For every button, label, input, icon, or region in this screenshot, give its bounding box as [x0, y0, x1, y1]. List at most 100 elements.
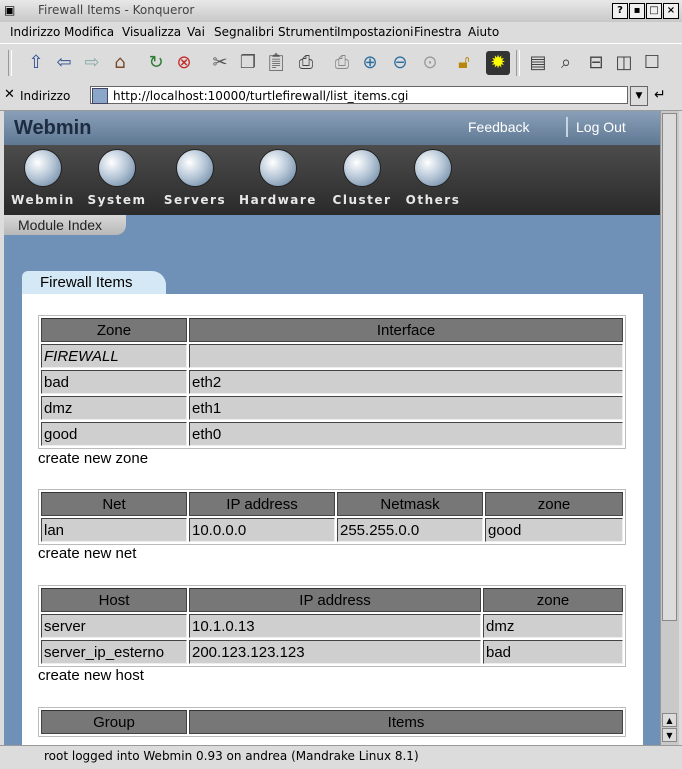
menu-modifica[interactable]: Modifica — [64, 25, 114, 39]
find-icon[interactable]: ⌕ — [554, 51, 578, 75]
menu-indirizzo[interactable]: Indirizzo — [10, 25, 60, 39]
gear-icon[interactable]: ✹ — [486, 51, 510, 75]
table-row: good eth0 — [41, 422, 623, 446]
menu-segnalibri[interactable]: Segnalibri — [214, 25, 274, 39]
menu-finestra[interactable]: Finestra — [414, 25, 462, 39]
category-hardware[interactable]: Hardware — [236, 149, 320, 207]
zoom-out-icon[interactable]: ⊖ — [388, 51, 412, 75]
nets-table: Net IP address Netmask zone lan 10.0.0.0… — [38, 489, 626, 545]
table-row: bad eth2 — [41, 370, 623, 394]
page-content: Webmin Feedback Log Out Webmin System Se… — [4, 111, 660, 745]
column-header: IP address — [189, 588, 481, 612]
copy-icon[interactable]: ❐ — [236, 51, 260, 75]
page-title-tab: Firewall Items — [22, 271, 166, 295]
table-row: lan 10.0.0.0 255.255.0.0 good — [41, 518, 623, 542]
forward-icon[interactable]: ⇨ — [80, 51, 104, 75]
window-menu-icon[interactable]: ▣ — [4, 3, 15, 17]
logout-link[interactable]: Log Out — [576, 119, 626, 135]
chevron-down-icon[interactable]: ▼ — [630, 86, 648, 106]
column-header: Zone — [41, 318, 187, 342]
zone-cell: dmz — [483, 614, 623, 638]
zone-cell[interactable]: bad — [41, 370, 187, 394]
category-system[interactable]: System — [82, 149, 152, 207]
menu-visualizza[interactable]: Visualizza — [122, 25, 181, 39]
up-icon[interactable]: ⇧ — [24, 51, 48, 75]
reload-icon[interactable]: ↻ — [144, 51, 168, 75]
vertical-scrollbar[interactable]: ▲ ▼ — [660, 111, 679, 745]
servers-icon — [176, 149, 214, 187]
host-cell[interactable]: server_ip_esterno — [41, 640, 187, 664]
menu-vai[interactable]: Vai — [187, 25, 205, 39]
webmin-icon — [24, 149, 62, 187]
netmask-cell: 255.255.0.0 — [337, 518, 483, 542]
lock-icon[interactable]: 🔓︎ — [452, 51, 476, 75]
go-icon[interactable]: ↵ — [654, 87, 666, 103]
column-header: Group — [41, 710, 187, 734]
hosts-table: Host IP address zone server 10.1.0.13 dm… — [38, 585, 626, 667]
header-divider — [566, 117, 568, 137]
split-view-icon[interactable]: ▤ — [526, 51, 550, 75]
create-zone-link[interactable]: create new zone — [38, 450, 148, 467]
ip-cell: 200.123.123.123 — [189, 640, 481, 664]
menu-impostazioni[interactable]: Impostazioni — [337, 25, 413, 39]
column-header: Netmask — [337, 492, 483, 516]
print-preview-icon[interactable]: ⎙ — [330, 51, 354, 75]
webmin-logo[interactable]: Webmin — [14, 117, 91, 140]
column-header: Interface — [189, 318, 623, 342]
scroll-down-icon[interactable]: ▼ — [662, 728, 677, 742]
table-row: dmz eth1 — [41, 396, 623, 420]
module-index-link[interactable]: Module Index — [4, 215, 126, 235]
window-title: Firewall Items - Konqueror — [38, 3, 195, 17]
location-bar: ✕ Indirizzo http://localhost:10000/turtl… — [0, 82, 682, 111]
category-servers[interactable]: Servers — [156, 149, 234, 207]
home-icon[interactable]: ⌂ — [108, 51, 132, 75]
webmin-header: Webmin Feedback Log Out — [4, 111, 660, 145]
help-button[interactable]: ? — [612, 3, 628, 19]
maximize-button[interactable]: □ — [646, 3, 662, 19]
cut-icon[interactable]: ✂ — [208, 51, 232, 75]
print-icon[interactable]: ⎙ — [294, 51, 318, 75]
groups-table: Group Items — [38, 707, 626, 737]
ip-cell: 10.1.0.13 — [189, 614, 481, 638]
minimize-button[interactable]: ▪ — [629, 3, 645, 19]
scroll-up-icon[interactable]: ▲ — [662, 713, 677, 727]
zoom-reset-icon[interactable]: ⊙ — [418, 51, 442, 75]
window-titlebar[interactable]: ▣ Firewall Items - Konqueror ? ▪ □ × — [0, 0, 682, 23]
url-input[interactable]: http://localhost:10000/turtlefirewall/li… — [90, 86, 628, 104]
toolbar-separator — [8, 50, 12, 76]
toolbar: ⇧ ⇦ ⇨ ⌂ ↻ ⊗ ✂ ❐ 📋︎ ⎙ ⎙ ⊕ ⊖ ⊙ 🔓︎ ✹ ▤ ⌕ ⊟ … — [0, 43, 682, 83]
menu-aiuto[interactable]: Aiuto — [468, 25, 499, 39]
scrollbar-thumb[interactable] — [662, 113, 677, 621]
zone-cell[interactable]: good — [41, 422, 187, 446]
category-cluster[interactable]: Cluster — [326, 149, 398, 207]
zone-cell[interactable]: FIREWALL — [41, 344, 187, 368]
column-header: Items — [189, 710, 623, 734]
back-icon[interactable]: ⇦ — [52, 51, 76, 75]
remove-view-icon[interactable]: ☐ — [640, 51, 664, 75]
host-cell[interactable]: server — [41, 614, 187, 638]
table-row: FIREWALL — [41, 344, 623, 368]
hardware-icon — [259, 149, 297, 187]
menubar: Indirizzo Modifica Visualizza Vai Segnal… — [0, 22, 682, 42]
interface-cell: eth2 — [189, 370, 623, 394]
close-button[interactable]: × — [663, 3, 679, 19]
zoom-in-icon[interactable]: ⊕ — [358, 51, 382, 75]
zone-cell[interactable]: dmz — [41, 396, 187, 420]
paste-icon[interactable]: 📋︎ — [264, 51, 288, 75]
zone-cell: good — [485, 518, 623, 542]
status-text: root logged into Webmin 0.93 on andrea (… — [44, 749, 419, 763]
category-others[interactable]: Others — [402, 149, 464, 207]
location-label: Indirizzo — [20, 89, 71, 103]
column-header: Net — [41, 492, 187, 516]
feedback-link[interactable]: Feedback — [468, 119, 529, 135]
split-vertical-icon[interactable]: ◫ — [612, 51, 636, 75]
status-bar: root logged into Webmin 0.93 on andrea (… — [0, 745, 682, 769]
split-horizontal-icon[interactable]: ⊟ — [584, 51, 608, 75]
net-cell[interactable]: lan — [41, 518, 187, 542]
category-webmin[interactable]: Webmin — [8, 149, 78, 207]
create-host-link[interactable]: create new host — [38, 667, 144, 684]
menu-strumenti[interactable]: Strumenti — [278, 25, 338, 39]
clear-location-icon[interactable]: ✕ — [4, 87, 15, 102]
create-net-link[interactable]: create new net — [38, 545, 136, 562]
stop-icon[interactable]: ⊗ — [172, 51, 196, 75]
